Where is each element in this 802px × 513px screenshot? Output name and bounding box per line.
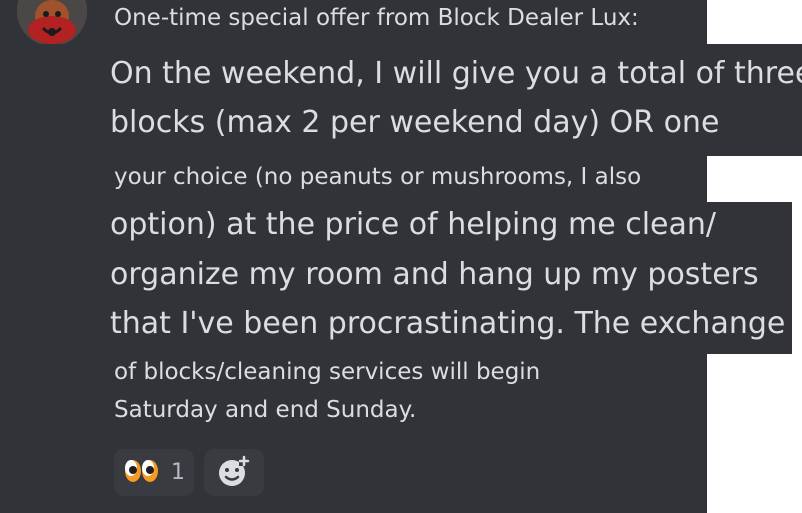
message-sliver-strip: your choice (no peanuts or mushrooms, I …	[0, 156, 707, 202]
message-line: blocks (max 2 per weekend day) OR one	[110, 105, 720, 140]
avatar[interactable]	[17, 0, 87, 44]
reaction-eyes[interactable]: 1	[114, 449, 194, 496]
message-zoom-strip-2: option) at the price of helping me clean…	[0, 202, 792, 354]
message-line: organize my room and hang up my posters	[110, 257, 759, 292]
message-line: Saturday and end Sunday.	[114, 397, 417, 423]
message-line: that I've been procrastinating. The exch…	[110, 306, 786, 341]
message-zoom-strip-1: On the weekend, I will give you a total …	[0, 44, 802, 156]
reaction-count: 1	[171, 460, 185, 485]
message-line: option) at the price of helping me clean…	[110, 207, 716, 242]
message-line: On the weekend, I will give you a total …	[110, 56, 802, 91]
message-header: One-time special offer from Block Dealer…	[114, 5, 639, 31]
message-tail-strip: of blocks/cleaning services will begin S…	[0, 354, 707, 513]
header-strip: One-time special offer from Block Dealer…	[0, 0, 707, 44]
add-reaction-icon	[217, 454, 251, 492]
eyes-icon	[123, 459, 161, 487]
message-line: of blocks/cleaning services will begin	[114, 359, 541, 385]
add-reaction-button[interactable]	[204, 449, 264, 496]
message-line: your choice (no peanuts or mushrooms, I …	[114, 164, 642, 190]
